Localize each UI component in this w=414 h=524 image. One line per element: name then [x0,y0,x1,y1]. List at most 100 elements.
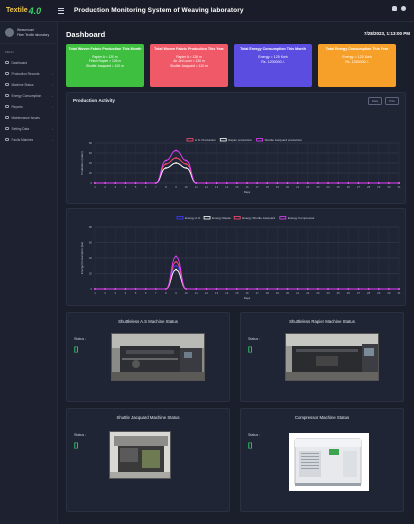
status-value: [] [74,442,79,449]
y-tick-label: 60 [89,151,93,155]
data-point [337,182,340,184]
card-title: Total Woven Fabric Production This Year [154,47,224,51]
x-tick-label: 18 [266,185,270,189]
x-tick-label: 21 [296,291,300,295]
sidebar-item-label: Production Records [11,71,40,76]
x-axis-label: Days [244,296,251,300]
legend-swatch [219,138,227,142]
x-tick-label: 11 [195,291,198,295]
data-point [398,182,400,184]
sidebar-item-label: Dashboard [11,60,28,65]
data-point [185,288,188,290]
status-label: Status : [74,337,87,341]
data-point [165,163,167,165]
data-point [306,288,309,290]
status-label: Status : [248,433,261,437]
y-tick-label: 20 [89,171,93,175]
data-point [175,268,177,271]
user-profile[interactable]: Weaveroom Fiber Textile laboratory [0,22,57,44]
sidebar-item-reports[interactable]: Reports › [0,101,57,112]
x-tick-label: 28 [367,291,371,295]
data-point [367,288,370,290]
data-point [235,288,238,290]
card-line: Rs. 1250000 /- [345,59,369,64]
x-tick-label: 14 [225,291,229,295]
data-point [175,255,177,258]
x-tick-label: 8 [165,291,167,295]
sidebar-item-faults[interactable]: Faults Matches › [0,134,57,145]
data-point [134,288,137,290]
sidebar-item-label: Maintenance Issues [11,115,40,120]
data-point [276,288,279,290]
x-tick-label: 16 [245,185,249,189]
data-point [104,288,107,290]
data-point [377,288,380,290]
machine-panel-jacquard: Shuttle Jacquard Machine Status Status :… [66,408,230,512]
y-tick-label: 60 [89,241,93,245]
x-tick-label: 7 [155,291,157,295]
status-value: [] [248,442,253,449]
sidebar-item-label: Setting Data [11,126,30,131]
x-tick-label: 23 [316,291,320,295]
data-point [175,260,177,263]
y-axis-label: Energy Consumption (kw) [80,242,84,274]
menu-heading: MENU [5,50,14,54]
data-point [398,288,400,290]
hamburger-icon[interactable] [58,0,68,22]
data-point [225,288,228,290]
data-point [165,159,167,162]
y-axis-label: Production (meter) [80,151,84,174]
x-tick-label: 10 [185,291,189,295]
sidebar-item-label: Energy Consumption [11,93,42,98]
energy-chart: Energy A.S. Energy Rapier Energy Shuttle J… [80,216,401,300]
sidebar-item-machine-status[interactable]: Machine Status › [0,79,57,90]
machine-icon [5,82,9,87]
data-point [256,288,259,290]
data-point [144,182,147,184]
bell-icon[interactable] [392,6,397,11]
data-point [276,182,279,184]
x-tick-label: 20 [286,291,290,295]
data-point [327,182,329,184]
x-tick-label: 2 [104,291,106,295]
x-tick-label: 31 [397,291,401,295]
data-point [175,149,177,152]
x-tick-label: 26 [347,291,351,295]
data-point [195,182,198,184]
card-year-energy: Total Energy Consumption This Year Energ… [318,44,396,87]
sidebar-item-energy-consumption[interactable]: Energy Consumption › [0,90,57,101]
logo-version: 4.0 [28,5,42,16]
chevron-right-icon: › [52,126,53,131]
x-tick-label: 6 [145,291,147,295]
y-tick-label: 20 [89,272,93,276]
y-tick-label: 80 [89,225,93,229]
datetime-display: 7/28/2023, 1:13:00 PM [363,31,410,36]
status-label: Status : [248,337,261,341]
user-icon[interactable] [401,6,406,11]
status-value: [] [248,346,253,353]
data-point [266,182,269,184]
data-point [347,288,350,290]
x-tick-label: 26 [347,185,351,189]
x-tick-label: 8 [165,185,167,189]
sidebar-item-setting[interactable]: Setting Data › [0,123,57,134]
app-logo[interactable]: Textile 4.0 [0,0,58,22]
production-chart: A.S. Production Rapier production Shuttle … [80,138,401,194]
card-month-energy: Total Energy Consumption This Month Ener… [234,44,312,87]
sidebar-item-dashboard[interactable]: Dashboard [0,57,57,68]
data-point [134,182,137,184]
x-tick-label: 5 [135,291,137,295]
data-point [235,182,238,184]
x-tick-label: 24 [327,291,331,295]
data-point [317,182,319,184]
card-year-production: Total Woven Fabric Production This Year … [150,44,228,87]
top-bar: Textile 4.0 Production Monitoring System… [0,0,414,22]
app-title: Production Monitoring System of Weaving … [74,7,244,14]
sidebar-item-production-records[interactable]: Production Records › [0,68,57,79]
x-tick-label: 15 [235,185,239,189]
home-icon [5,60,9,65]
records-icon [5,71,9,76]
y-tick-label: 40 [89,256,93,260]
sidebar-item-maintenance[interactable]: Maintenance Issues [0,112,57,123]
data-point [94,182,96,184]
